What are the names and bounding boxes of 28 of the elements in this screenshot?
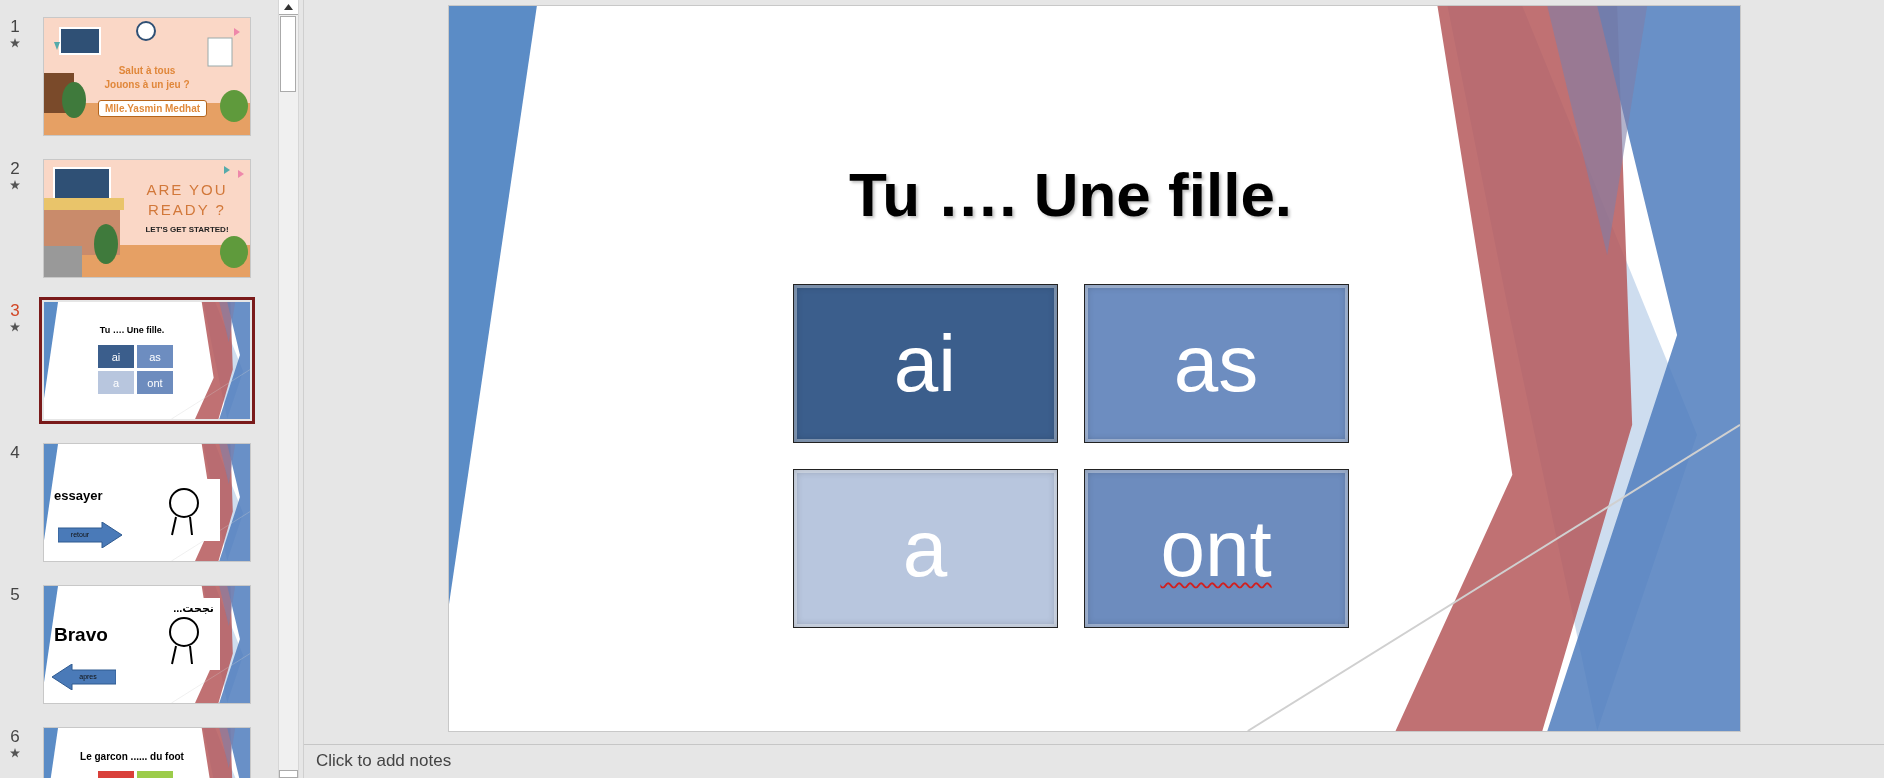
slide-text: Jouons à un jeu ?	[103, 80, 191, 90]
slide-number: 6	[10, 728, 20, 746]
slide-number: 2	[10, 160, 20, 178]
answer-tile: ont	[137, 371, 173, 394]
slide-subtitle: LET'S GET STARTED!	[144, 226, 230, 234]
answer-tile: a	[98, 371, 134, 394]
slide-heading: ARE YOU	[145, 182, 229, 197]
slide-number: 1	[10, 18, 20, 36]
slide-number: 4	[10, 444, 20, 462]
slide-title: Tu …. Une fille.	[98, 326, 166, 335]
answer-text: a	[902, 508, 948, 589]
answer-tile: ai	[98, 345, 134, 368]
slide-caption: نجحت...	[173, 602, 214, 615]
slide-number: 5	[10, 586, 20, 604]
slide-title: Tu …. Une fille.	[848, 164, 1293, 226]
answer-tile: as	[137, 345, 173, 368]
slide-text: Salut à tous	[117, 66, 177, 76]
slide-heading: READY ?	[147, 202, 227, 217]
slide-word: essayer	[54, 488, 103, 503]
notes-placeholder[interactable]: Click to add notes	[316, 751, 452, 770]
answer-text: ont	[1160, 508, 1272, 589]
name-label: Mlle.Yasmin Medhat	[98, 100, 208, 117]
slide-title: Le garcon ...... du foot	[79, 752, 185, 762]
answer-text: ai	[893, 323, 957, 404]
slide-number: 3	[10, 302, 20, 320]
answer-text: as	[1173, 323, 1259, 404]
slide-thumbnail[interactable]: Le garcon ...... du foot	[44, 728, 250, 778]
slide-word: Bravo	[54, 624, 108, 646]
